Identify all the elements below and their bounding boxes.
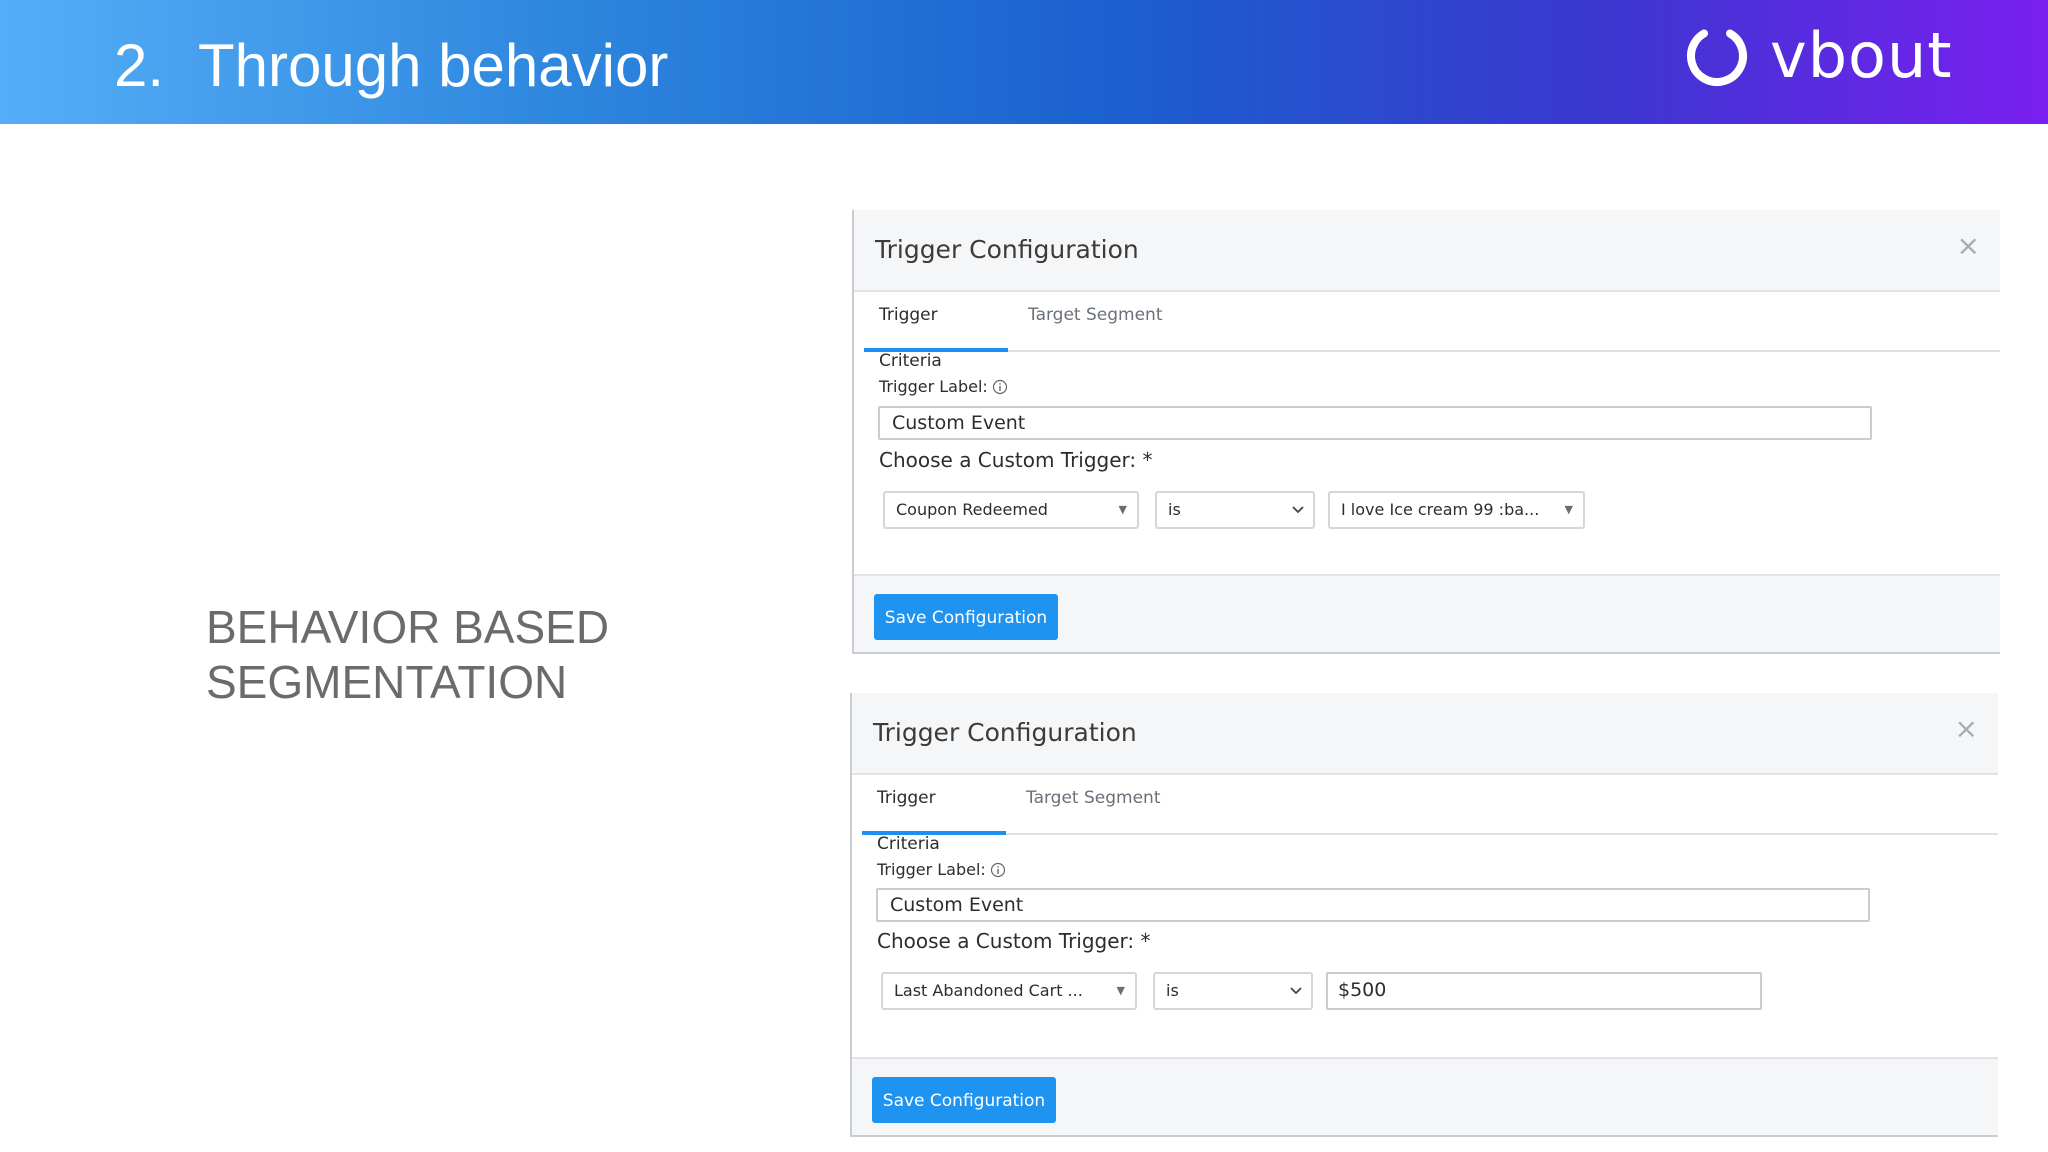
choose-trigger-label: Choose a Custom Trigger: * [877, 929, 1151, 953]
side-heading-line-1: BEHAVIOR BASED [206, 601, 610, 653]
close-icon[interactable]: × [1955, 711, 1978, 747]
panel-footer: Save Configuration [854, 574, 2000, 652]
operator-select[interactable]: is [1153, 972, 1313, 1010]
trigger-event-value: Last Abandoned Cart ... [894, 981, 1083, 1000]
tab-target-segment[interactable]: Target Segment [1013, 292, 1178, 350]
panel-header: Trigger Configuration × [854, 210, 2000, 292]
tab-target-segment[interactable]: Target Segment [1011, 775, 1176, 833]
choose-trigger-label: Choose a Custom Trigger: * [879, 448, 1153, 472]
close-icon[interactable]: × [1957, 228, 1980, 264]
panel-body: Trigger Criteria Target Segment Trigger … [854, 292, 2000, 574]
tab-bar: Trigger Criteria Target Segment [862, 775, 1998, 854]
caret-down-icon: ▼ [1116, 984, 1125, 997]
tab-trigger-criteria[interactable]: Trigger Criteria [862, 775, 1006, 854]
panel-title: Trigger Configuration [875, 235, 1139, 264]
panel-footer: Save Configuration [852, 1057, 1998, 1135]
save-configuration-button[interactable]: Save Configuration [874, 594, 1058, 640]
trigger-label-input[interactable]: Custom Event [876, 888, 1870, 922]
trigger-config-panel-2: Trigger Configuration × Trigger Criteria… [850, 693, 1998, 1137]
tab-trigger-criteria[interactable]: Trigger Criteria [864, 292, 1008, 371]
info-icon[interactable] [990, 862, 1006, 878]
operator-select[interactable]: is [1155, 491, 1315, 529]
side-heading-line-2: SEGMENTATION [206, 656, 568, 708]
panel-body: Trigger Criteria Target Segment Trigger … [852, 775, 1998, 1057]
chevron-down-icon [1290, 987, 1302, 995]
trigger-config-panel-1: Trigger Configuration × Trigger Criteria… [852, 210, 2000, 654]
caret-down-icon: ▼ [1118, 503, 1127, 516]
chevron-down-icon [1292, 506, 1304, 514]
slide-number: 2. [114, 32, 165, 99]
operator-value: is [1168, 500, 1181, 519]
trigger-label-text: Trigger Label: [879, 377, 988, 396]
panel-title: Trigger Configuration [873, 718, 1137, 747]
trigger-value-input[interactable]: $500 [1326, 972, 1762, 1010]
slide-title: 2. Through behavior [114, 31, 668, 101]
info-icon[interactable] [992, 379, 1008, 395]
trigger-label-field-label: Trigger Label: [877, 859, 1006, 881]
trigger-event-value: Coupon Redeemed [896, 500, 1048, 519]
trigger-value-text: I love Ice cream 99 :ba... [1341, 500, 1540, 519]
trigger-event-select[interactable]: Coupon Redeemed ▼ [883, 491, 1139, 529]
logo-text: vbout [1770, 19, 1953, 92]
vbout-logo: vbout [1684, 20, 1953, 92]
panel-header: Trigger Configuration × [852, 693, 1998, 775]
slide-title-text: Through behavior [198, 32, 669, 99]
trigger-label-text: Trigger Label: [877, 860, 986, 879]
slide-header: 2. Through behavior vbout [0, 0, 2048, 124]
save-configuration-button[interactable]: Save Configuration [872, 1077, 1056, 1123]
trigger-event-select[interactable]: Last Abandoned Cart ... ▼ [881, 972, 1137, 1010]
logo-ring-icon [1687, 26, 1747, 86]
trigger-value-select[interactable]: I love Ice cream 99 :ba... ▼ [1328, 491, 1585, 529]
side-heading: BEHAVIOR BASED SEGMENTATION [206, 600, 726, 710]
operator-value: is [1166, 981, 1179, 1000]
caret-down-icon: ▼ [1564, 503, 1573, 516]
trigger-label-field-label: Trigger Label: [879, 376, 1008, 398]
trigger-label-input[interactable]: Custom Event [878, 406, 1872, 440]
tab-bar: Trigger Criteria Target Segment [864, 292, 2000, 371]
